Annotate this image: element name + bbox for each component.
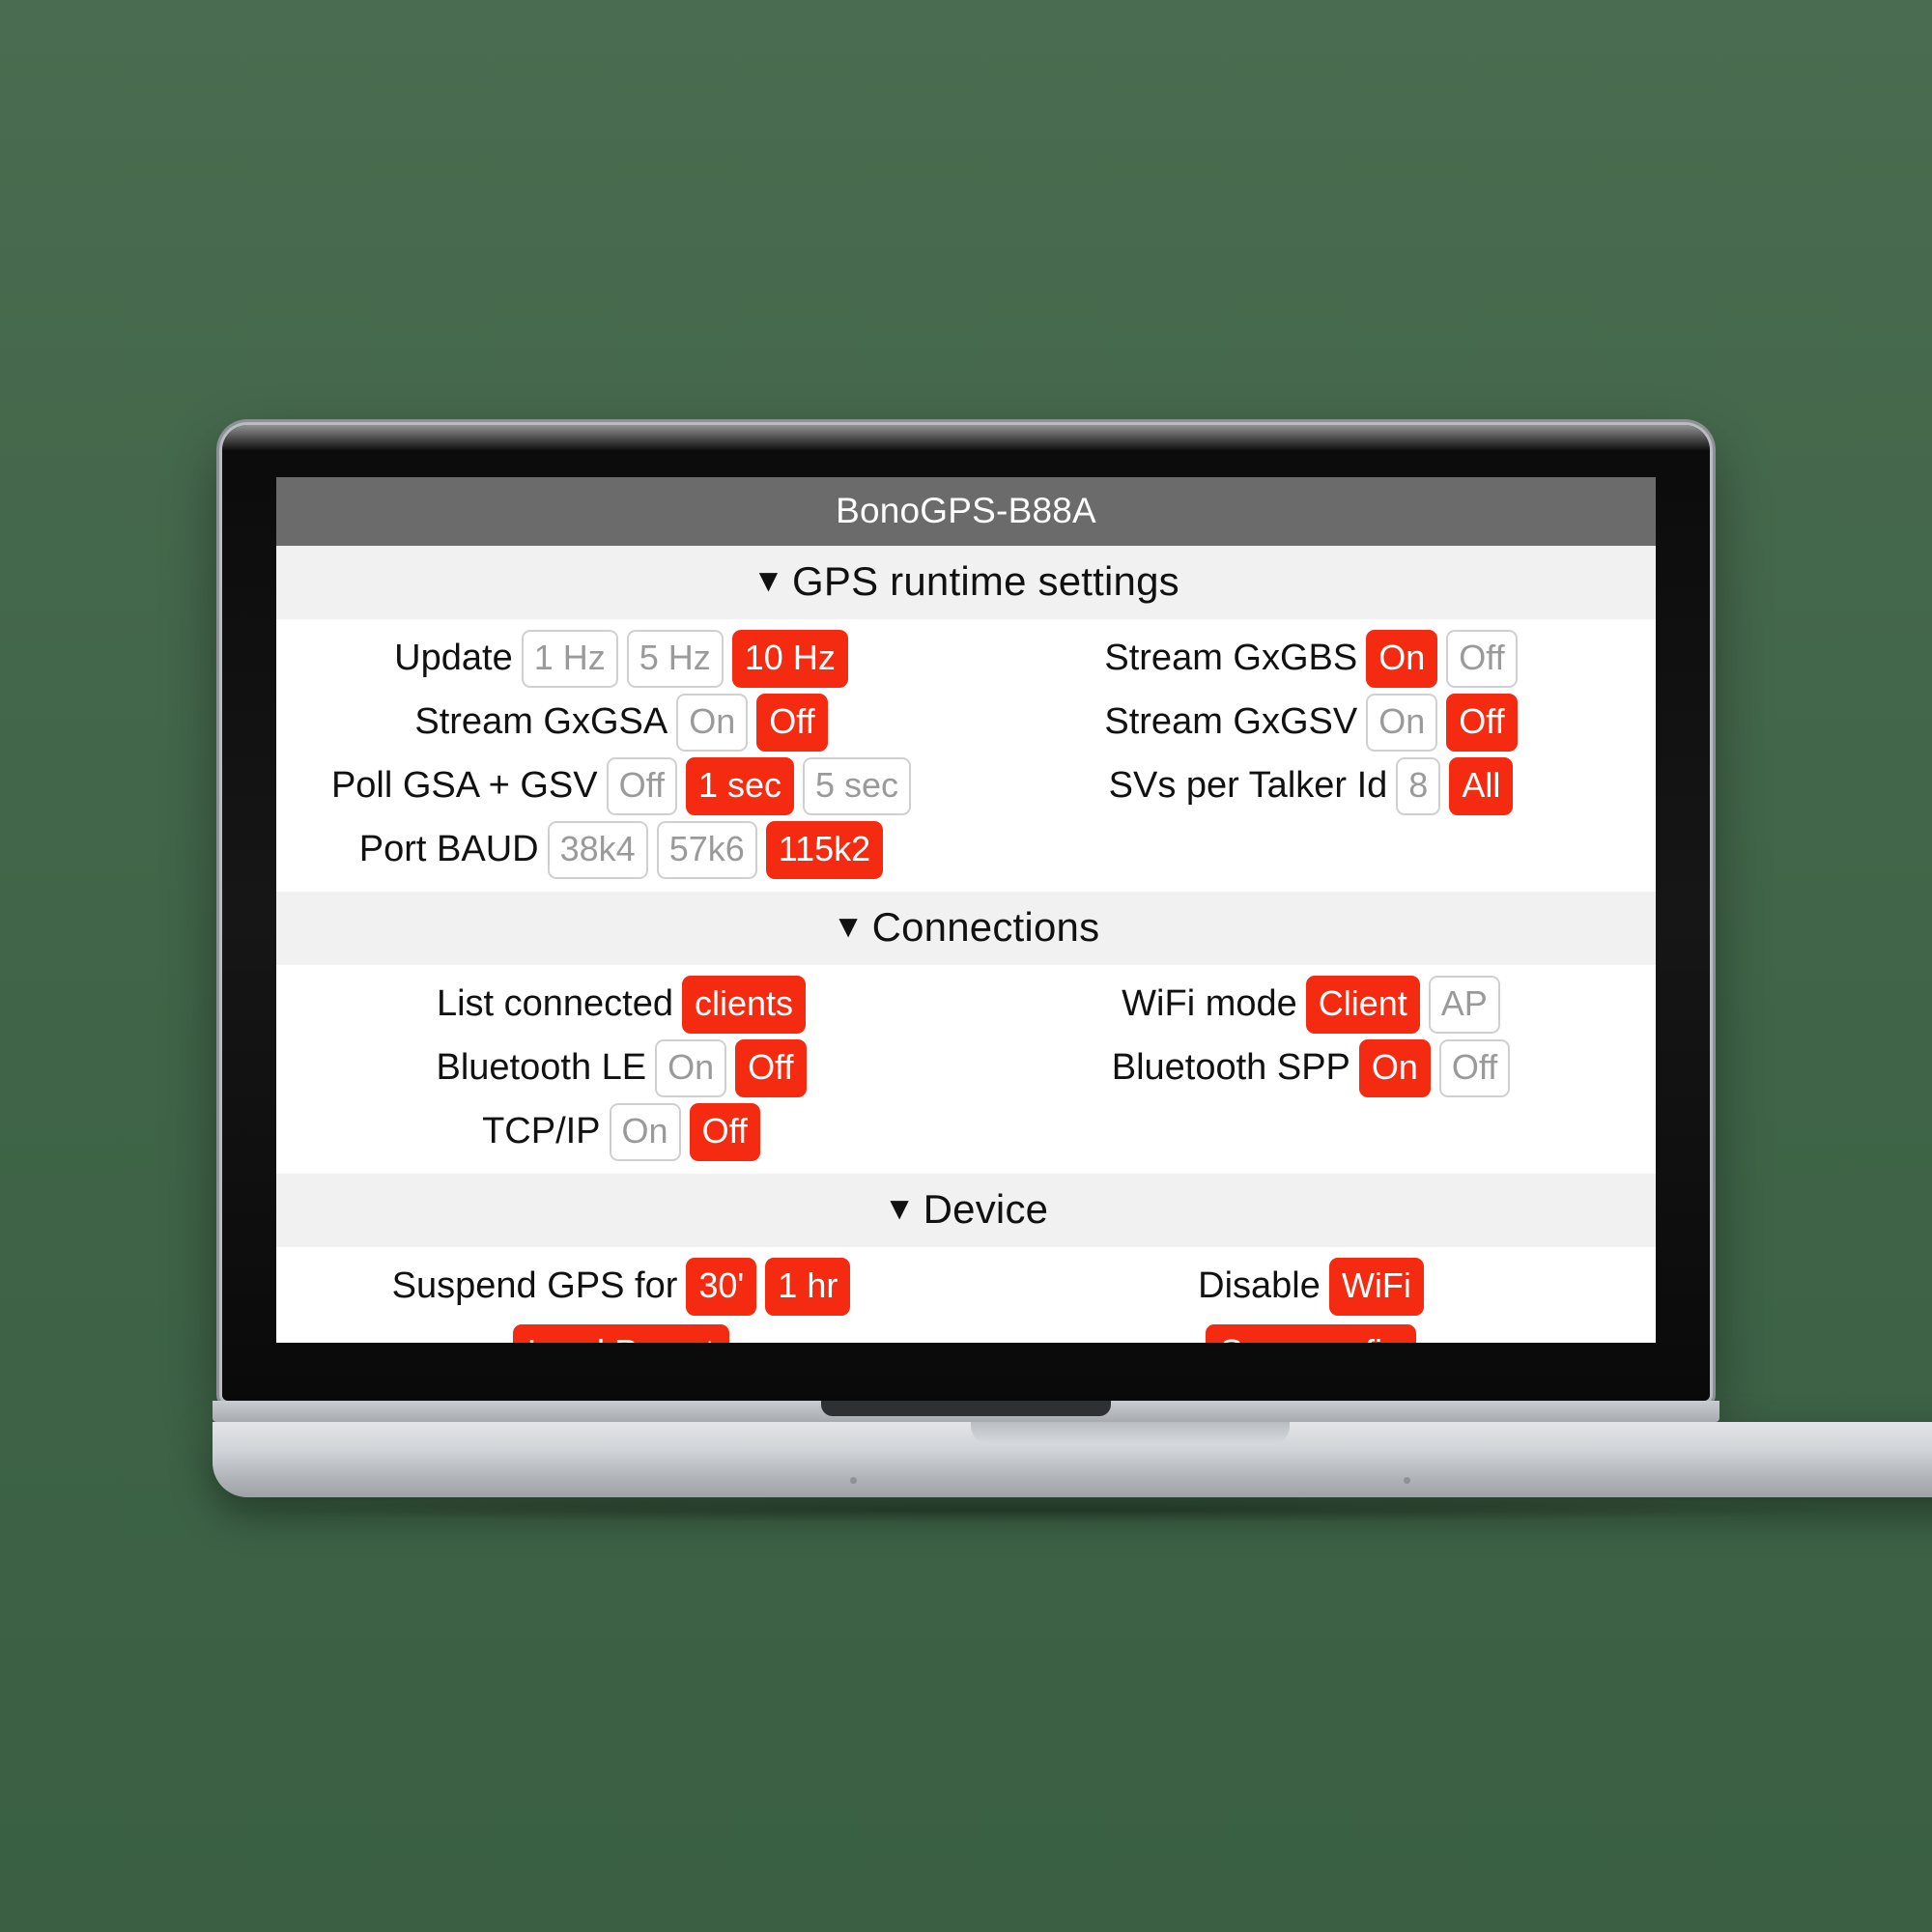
- option-svs-8[interactable]: 8: [1396, 757, 1441, 815]
- option-stream-gxgsa-off[interactable]: Off: [756, 694, 828, 752]
- section-header-device[interactable]: ▼ Device: [276, 1174, 1656, 1247]
- device-left-column: Suspend GPS for 30' 1 hr Load Preset Inf…: [276, 1255, 966, 1343]
- setting-row-wifi-mode: WiFi mode Client AP: [1122, 973, 1500, 1037]
- option-tcpip-off[interactable]: Off: [689, 1103, 760, 1161]
- option-tcpip-on[interactable]: On: [609, 1103, 681, 1161]
- option-update-5hz[interactable]: 5 Hz: [626, 630, 724, 688]
- option-bluetooth-le-on[interactable]: On: [655, 1039, 727, 1097]
- button-suspend-1hr[interactable]: 1 hr: [765, 1258, 851, 1316]
- setting-row-stream-gxgbs: Stream GxGBS On Off: [1104, 627, 1518, 691]
- option-bluetooth-spp-off[interactable]: Off: [1438, 1039, 1511, 1097]
- laptop-foot-left: [850, 1477, 857, 1484]
- button-disable-wifi[interactable]: WiFi: [1328, 1258, 1424, 1316]
- setting-row-list-connected-clients: List connected clients: [436, 973, 807, 1037]
- section-header-connections[interactable]: ▼ Connections: [276, 892, 1656, 965]
- option-stream-gxgsv-on[interactable]: On: [1366, 694, 1438, 752]
- laptop-base-shadow: [213, 1497, 1855, 1522]
- setting-label-list-connected: List connected: [436, 983, 673, 1025]
- option-stream-gxgbs-on[interactable]: On: [1366, 630, 1438, 688]
- panel-device: Suspend GPS for 30' 1 hr Load Preset Inf…: [276, 1247, 1656, 1343]
- option-stream-gxgsa-on[interactable]: On: [676, 694, 749, 752]
- option-svs-all[interactable]: All: [1449, 757, 1514, 815]
- setting-row-update: Update 1 Hz 5 Hz 10 Hz: [394, 627, 848, 691]
- laptop-foot-right: [1404, 1477, 1410, 1484]
- device-right-column: Disable WiFi Save config Set WiFi creden…: [966, 1255, 1656, 1343]
- option-baud-57k6[interactable]: 57k6: [656, 821, 757, 879]
- section-title-connections: Connections: [871, 904, 1100, 950]
- device-left-buttons: Load Preset Information Restart: [512, 1319, 730, 1343]
- option-stream-gxgsv-off[interactable]: Off: [1446, 694, 1518, 752]
- option-poll-5sec[interactable]: 5 sec: [803, 757, 912, 815]
- panel-gps-runtime-settings: Update 1 Hz 5 Hz 10 Hz Stream GxGSA On O…: [276, 619, 1656, 892]
- desktop-background: BonoGPS-B88A ▼ GPS runtime settings Updat…: [0, 0, 1932, 1932]
- section-header-gps-runtime-settings[interactable]: ▼ GPS runtime settings: [276, 546, 1656, 619]
- laptop-base: [213, 1422, 1932, 1497]
- chevron-down-icon: ▼: [883, 1190, 916, 1226]
- option-stream-gxgbs-off[interactable]: Off: [1446, 630, 1518, 688]
- option-bluetooth-spp-on[interactable]: On: [1358, 1039, 1431, 1097]
- setting-label-stream-gxgsv: Stream GxGSV: [1104, 701, 1358, 743]
- option-baud-115k2[interactable]: 115k2: [765, 821, 884, 879]
- button-save-config[interactable]: Save config: [1205, 1324, 1417, 1343]
- setting-label-update: Update: [394, 638, 513, 679]
- setting-label-wifi-mode: WiFi mode: [1122, 983, 1297, 1025]
- option-poll-off[interactable]: Off: [606, 757, 677, 815]
- setting-label-stream-gxgbs: Stream GxGBS: [1104, 638, 1358, 679]
- setting-label-bluetooth-spp: Bluetooth SPP: [1111, 1047, 1350, 1089]
- setting-row-svs-per-talker-id: SVs per Talker Id 8 All: [1109, 754, 1514, 818]
- setting-label-tcpip: TCP/IP: [482, 1111, 601, 1152]
- setting-row-stream-gxgsv: Stream GxGSV On Off: [1104, 691, 1518, 754]
- laptop-hinge-notch: [821, 1401, 1111, 1416]
- setting-label-suspend-gps: Suspend GPS for: [391, 1265, 678, 1307]
- setting-label-stream-gxgsa: Stream GxGSA: [414, 701, 668, 743]
- option-wifi-mode-ap[interactable]: AP: [1428, 976, 1500, 1034]
- setting-row-stream-gxgsa: Stream GxGSA On Off: [414, 691, 828, 754]
- option-bluetooth-le-off[interactable]: Off: [735, 1039, 807, 1097]
- option-poll-1sec[interactable]: 1 sec: [685, 757, 794, 815]
- section-title-gps: GPS runtime settings: [792, 558, 1179, 604]
- option-update-10hz[interactable]: 10 Hz: [731, 630, 848, 688]
- option-baud-38k4[interactable]: 38k4: [547, 821, 648, 879]
- setting-row-suspend-gps: Suspend GPS for 30' 1 hr: [392, 1255, 851, 1319]
- setting-row-bluetooth-le: Bluetooth LE On Off: [437, 1037, 807, 1100]
- section-title-device: Device: [923, 1186, 1049, 1232]
- setting-row-disable-wifi: Disable WiFi: [1198, 1255, 1424, 1319]
- gps-right-column: Stream GxGBS On Off Stream GxGSV On Off …: [966, 627, 1656, 882]
- button-suspend-30min[interactable]: 30': [686, 1258, 757, 1316]
- panel-connections: List connected clients Bluetooth LE On O…: [276, 965, 1656, 1174]
- setting-label-disable: Disable: [1198, 1265, 1321, 1307]
- browser-viewport: BonoGPS-B88A ▼ GPS runtime settings Updat…: [276, 477, 1656, 1343]
- button-load-preset[interactable]: Load Preset: [512, 1324, 730, 1343]
- setting-label-bluetooth-le: Bluetooth LE: [436, 1047, 647, 1089]
- chevron-down-icon: ▼: [753, 562, 785, 598]
- setting-label-svs-per-talker-id: SVs per Talker Id: [1108, 765, 1388, 807]
- setting-row-port-baud: Port BAUD 38k4 57k6 115k2: [358, 818, 884, 882]
- setting-label-poll-gsa-gsv: Poll GSA + GSV: [330, 765, 598, 807]
- setting-row-poll-gsa-gsv: Poll GSA + GSV Off 1 sec 5 sec: [330, 754, 912, 818]
- device-right-buttons: Save config Set WiFi credentials: [1142, 1319, 1480, 1343]
- setting-row-tcpip: TCP/IP On Off: [482, 1100, 760, 1164]
- laptop-mockup: BonoGPS-B88A ▼ GPS runtime settings Updat…: [213, 425, 1932, 1522]
- setting-label-port-baud: Port BAUD: [358, 829, 539, 870]
- option-wifi-mode-client[interactable]: Client: [1305, 976, 1420, 1034]
- option-update-1hz[interactable]: 1 Hz: [521, 630, 618, 688]
- connections-left-column: List connected clients Bluetooth LE On O…: [276, 973, 966, 1164]
- gps-left-column: Update 1 Hz 5 Hz 10 Hz Stream GxGSA On O…: [276, 627, 966, 882]
- connections-right-column: WiFi mode Client AP Bluetooth SPP On Off: [966, 973, 1656, 1164]
- button-list-clients[interactable]: clients: [682, 976, 807, 1034]
- chevron-down-icon: ▼: [832, 908, 865, 944]
- laptop-hinge: [213, 1401, 1719, 1422]
- setting-row-bluetooth-spp: Bluetooth SPP On Off: [1112, 1037, 1511, 1100]
- page-title: BonoGPS-B88A: [276, 477, 1656, 546]
- laptop-screen-lid: BonoGPS-B88A ▼ GPS runtime settings Updat…: [222, 425, 1710, 1401]
